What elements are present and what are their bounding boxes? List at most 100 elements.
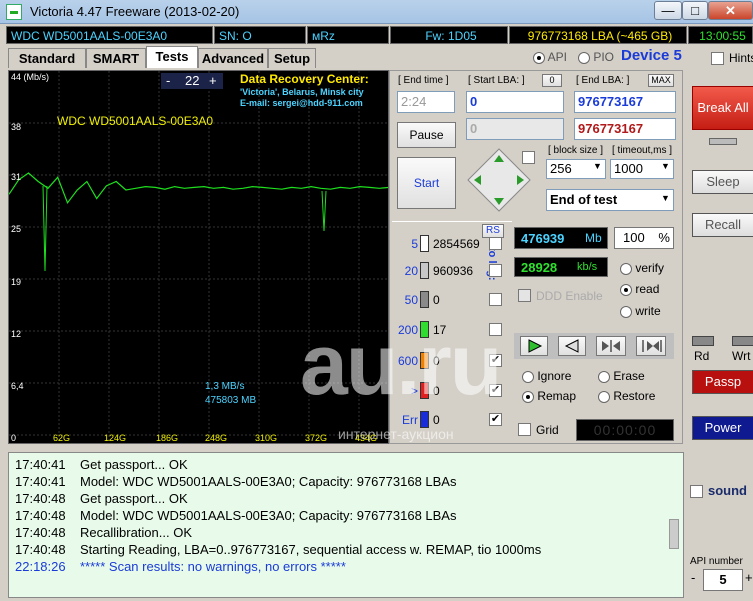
speed-series-line xyxy=(9,172,388,205)
to-log-checkbox[interactable]: ✔ xyxy=(489,413,502,426)
direction-checkbox[interactable] xyxy=(522,151,535,164)
end-lba-field[interactable]: 976773167 xyxy=(574,91,676,113)
to-log-checkbox[interactable] xyxy=(489,237,502,250)
ignore-label: Ignore xyxy=(537,369,572,383)
remap-radio-dot[interactable] xyxy=(522,390,534,403)
sleep-button[interactable]: Sleep xyxy=(692,170,753,194)
verify-radio-dot[interactable] xyxy=(620,262,632,275)
maximize-button[interactable]: □ xyxy=(682,1,708,20)
end-time-field[interactable]: 2:24 xyxy=(397,91,455,113)
y-tick: 38 xyxy=(11,122,22,132)
sound-checkbox[interactable] xyxy=(690,485,703,498)
to-log-checkbox[interactable] xyxy=(489,293,502,306)
x-tick: 248G xyxy=(205,433,228,443)
skip-icon[interactable] xyxy=(596,336,626,356)
write-radio[interactable]: write xyxy=(620,304,661,318)
tab-setup[interactable]: Setup xyxy=(268,48,316,68)
timing-ms-label: > xyxy=(410,384,418,398)
timing-ms-label: 50 xyxy=(404,293,418,307)
log-row: 22:18:26 ***** Scan results: no warnings,… xyxy=(15,559,346,576)
to-log-checkbox[interactable] xyxy=(489,264,502,277)
pio-radio-dot[interactable] xyxy=(578,51,590,64)
read-radio-dot[interactable] xyxy=(620,283,632,296)
erase-radio[interactable]: Erase xyxy=(598,369,645,383)
chevron-down-icon[interactable]: ▼ xyxy=(593,161,602,171)
log-time: 17:40:48 xyxy=(15,542,66,557)
mb-unit: Mb xyxy=(585,231,602,245)
pause-button[interactable]: Pause xyxy=(397,122,456,148)
passp-button[interactable]: Passp xyxy=(692,370,753,394)
close-button[interactable]: ✕ xyxy=(708,1,753,20)
grid-checkbox[interactable] xyxy=(518,423,531,436)
chevron-down-icon[interactable]: ▼ xyxy=(661,193,670,203)
verify-radio[interactable]: verify xyxy=(620,261,664,275)
tab-standard[interactable]: Standard xyxy=(8,48,86,68)
log-scrollbar[interactable] xyxy=(669,519,679,549)
pio-radio[interactable]: PIO xyxy=(578,50,614,64)
to-log-checkbox[interactable] xyxy=(489,323,502,336)
play-icon[interactable] xyxy=(520,336,548,356)
lba-capacity: 976773168 LBA (~465 GB) xyxy=(509,26,687,44)
break-all-button[interactable]: Break All xyxy=(692,86,753,130)
ddd-checkbox[interactable] xyxy=(518,289,531,302)
log-row: 17:40:41 Model: WDC WD5001AALS-00E3A0; Ca… xyxy=(15,474,456,491)
timing-color-bar xyxy=(420,262,429,279)
tab-smart[interactable]: SMART xyxy=(86,48,146,68)
zoom-value: 22 xyxy=(185,73,200,88)
log-time: 17:40:41 xyxy=(15,474,66,489)
to-log-checkbox[interactable]: ✔ xyxy=(489,384,502,397)
start-lba-label: [ Start LBA: ] xyxy=(468,75,525,86)
end-skip-icon[interactable] xyxy=(636,336,666,356)
chevron-down-icon[interactable]: ▼ xyxy=(661,161,670,171)
play-backward-icon[interactable] xyxy=(558,336,586,356)
log-message: Get passport... OK xyxy=(80,457,188,472)
drive-model: WDC WD5001AALS-00E3A0 xyxy=(6,26,213,44)
remap-radio[interactable]: Remap xyxy=(522,389,576,403)
write-radio-dot[interactable] xyxy=(620,305,632,318)
restore-radio-dot[interactable] xyxy=(598,390,610,403)
power-button[interactable]: Power xyxy=(692,416,753,440)
start-lba-zero-button[interactable]: 0 xyxy=(542,74,562,87)
sound-label: sound xyxy=(708,483,747,498)
api-number-field[interactable]: 5 xyxy=(703,569,743,591)
start-button[interactable]: Start xyxy=(397,157,456,209)
timing-color-bar xyxy=(420,382,429,399)
ignore-radio-dot[interactable] xyxy=(522,370,534,383)
timing-color-bar xyxy=(420,291,429,308)
log-row: 17:40:48 Recallibration... OK xyxy=(15,525,192,542)
zoom-minus[interactable]: - xyxy=(166,73,170,88)
hints-label: Hints xyxy=(729,51,753,65)
log-message: Recallibration... OK xyxy=(80,525,192,540)
timing-color-bar xyxy=(420,321,429,338)
recall-button[interactable]: Recall xyxy=(692,213,753,237)
pio-label: PIO xyxy=(593,50,615,64)
api-radio-dot[interactable] xyxy=(533,51,545,64)
max-button[interactable]: MAX xyxy=(648,74,674,87)
serial-number: SN: O xyxy=(214,26,306,44)
log-message: Starting Reading, LBA=0..976773167, sequ… xyxy=(80,542,542,557)
minimize-button[interactable]: — xyxy=(654,1,682,20)
percent-unit: % xyxy=(658,230,670,245)
start-lba-field[interactable]: 0 xyxy=(466,91,564,113)
firmware: Fw: 1D05 xyxy=(390,26,508,44)
api-radio[interactable]: API xyxy=(533,50,567,64)
speed-graph: 44 (Mb/s) 38 31 25 19 12 6,4 0 62G 124G … xyxy=(8,70,389,444)
rs-button[interactable]: RS xyxy=(482,224,504,238)
end-of-test-select[interactable]: End of test xyxy=(546,189,674,211)
x-tick: 124G xyxy=(104,433,127,443)
timing-count: 960936 xyxy=(433,264,474,278)
erase-radio-dot[interactable] xyxy=(598,370,610,383)
api-minus[interactable]: - xyxy=(691,570,701,585)
ignore-radio[interactable]: Ignore xyxy=(522,369,571,383)
device-label: Device 5 xyxy=(621,47,682,64)
hints-checkbox[interactable] xyxy=(711,52,724,65)
zoom-plus[interactable]: + xyxy=(209,73,217,88)
zoom-control[interactable]: - 22 + xyxy=(161,73,223,89)
tab-advanced[interactable]: Advanced xyxy=(198,48,268,68)
to-log-checkbox[interactable]: ✔ xyxy=(489,354,502,367)
api-plus[interactable]: + xyxy=(745,570,753,585)
speed-dip-mark xyxy=(321,190,327,232)
restore-radio[interactable]: Restore xyxy=(598,389,655,403)
tab-tests[interactable]: Tests xyxy=(146,46,198,68)
read-radio[interactable]: read xyxy=(620,282,659,296)
